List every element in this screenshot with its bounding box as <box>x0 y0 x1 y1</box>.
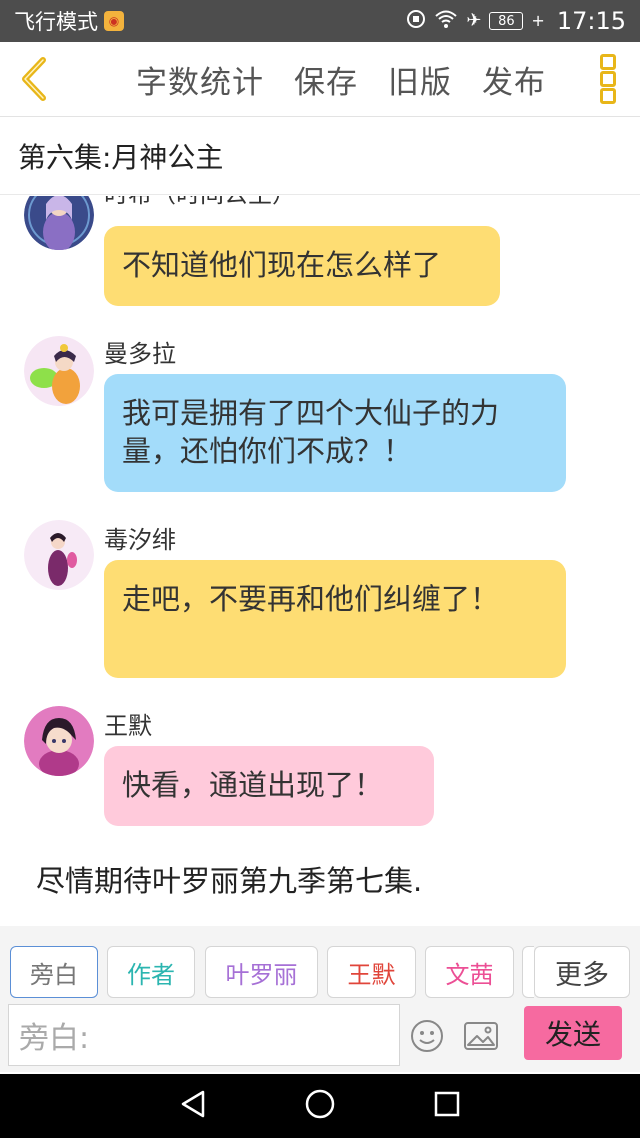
input-placeholder: 旁白: <box>19 1021 90 1056</box>
message-text: 不知道他们现在怎么样了 <box>122 248 442 282</box>
message-text: 走吧，不要再和他们纠缠了！ <box>122 582 500 616</box>
smiley-icon <box>411 1020 443 1052</box>
menu-dot-icon <box>600 54 616 70</box>
status-right: ✈ 86 + 17:15 <box>406 7 626 35</box>
more-menu-button[interactable] <box>600 54 616 104</box>
image-icon <box>464 1022 498 1050</box>
back-button[interactable] <box>14 56 54 102</box>
battery-icon: 86 <box>489 12 524 30</box>
wifi-icon <box>434 9 458 34</box>
menu-dot-icon <box>600 88 616 104</box>
top-toolbar: 字数统计 保存 旧版 发布 <box>0 42 640 117</box>
sender-name: 毒汐绯 <box>104 526 176 554</box>
square-recents-icon <box>435 1091 460 1117</box>
message-bubble[interactable]: 不知道他们现在怎么样了 <box>104 226 500 306</box>
chevron-left-icon <box>22 57 46 101</box>
image-button[interactable] <box>461 1016 501 1056</box>
weibo-icon: ◉ <box>104 11 124 31</box>
status-left: 飞行模式 ◉ <box>14 6 124 36</box>
more-roles-button[interactable]: 更多 <box>534 946 630 998</box>
bottom-panel: 旁白 作者 叶罗丽 王默 文茜 更多 旁白: 发送 <box>0 926 640 1072</box>
clock: 17:15 <box>556 7 626 35</box>
menu-dot-icon <box>600 71 616 87</box>
save-button[interactable]: 保存 <box>294 57 358 102</box>
airplane-icon: ✈ <box>466 10 482 31</box>
recents-nav-button[interactable] <box>433 1090 461 1122</box>
episode-title-bar[interactable]: 第六集:月神公主 <box>0 117 640 195</box>
episode-title: 第六集:月神公主 <box>18 140 224 174</box>
emoji-button[interactable] <box>407 1016 447 1056</box>
navigation-bar <box>0 1074 640 1138</box>
role-chip-wenxi[interactable]: 文茜 <box>425 946 514 998</box>
circle-home-icon <box>305 1089 335 1119</box>
avatar[interactable] <box>24 336 94 406</box>
role-chip-author[interactable]: 作者 <box>107 946 195 998</box>
sender-name: 曼多拉 <box>104 340 176 368</box>
rotation-lock-icon <box>406 9 426 34</box>
role-chip-partial[interactable] <box>522 946 534 998</box>
charging-icon: + <box>531 11 545 30</box>
message-input[interactable]: 旁白: <box>8 1004 400 1066</box>
sender-name: 时希（时间公主） <box>104 196 296 209</box>
role-chip-wangmo[interactable]: 王默 <box>327 946 416 998</box>
send-button[interactable]: 发送 <box>524 1006 622 1060</box>
old-version-button[interactable]: 旧版 <box>388 57 452 102</box>
word-count-button[interactable]: 字数统计 <box>136 57 264 102</box>
chat-area[interactable]: 时希（时间公主） 不知道他们现在怎么样了 曼多拉 我可是拥有了四个大仙子的力量，… <box>0 196 640 926</box>
status-bar: 飞行模式 ◉ ✈ 86 + 17:15 <box>0 0 640 42</box>
home-nav-button[interactable] <box>304 1088 336 1124</box>
publish-button[interactable]: 发布 <box>482 57 546 102</box>
role-chip-narrator[interactable]: 旁白 <box>10 946 98 998</box>
message-bubble[interactable]: 快看，通道出现了！ <box>104 746 434 826</box>
toolbar-actions: 字数统计 保存 旧版 发布 <box>136 42 546 116</box>
avatar[interactable] <box>24 520 94 590</box>
role-chip-yeluoli[interactable]: 叶罗丽 <box>205 946 318 998</box>
sender-name: 王默 <box>104 712 152 740</box>
message-bubble[interactable]: 我可是拥有了四个大仙子的力量，还怕你们不成？！ <box>104 374 566 492</box>
back-nav-button[interactable] <box>179 1089 207 1123</box>
avatar[interactable] <box>24 196 94 250</box>
message-text: 快看，通道出现了！ <box>122 768 384 802</box>
avatar[interactable] <box>24 706 94 776</box>
carrier-text: 飞行模式 <box>14 10 98 34</box>
triangle-back-icon <box>181 1090 204 1118</box>
message-bubble[interactable]: 走吧，不要再和他们纠缠了！ <box>104 560 566 678</box>
narration-text[interactable]: 尽情期待叶罗丽第九季第七集. <box>36 858 422 900</box>
message-text: 我可是拥有了四个大仙子的力量，还怕你们不成？！ <box>122 396 500 468</box>
